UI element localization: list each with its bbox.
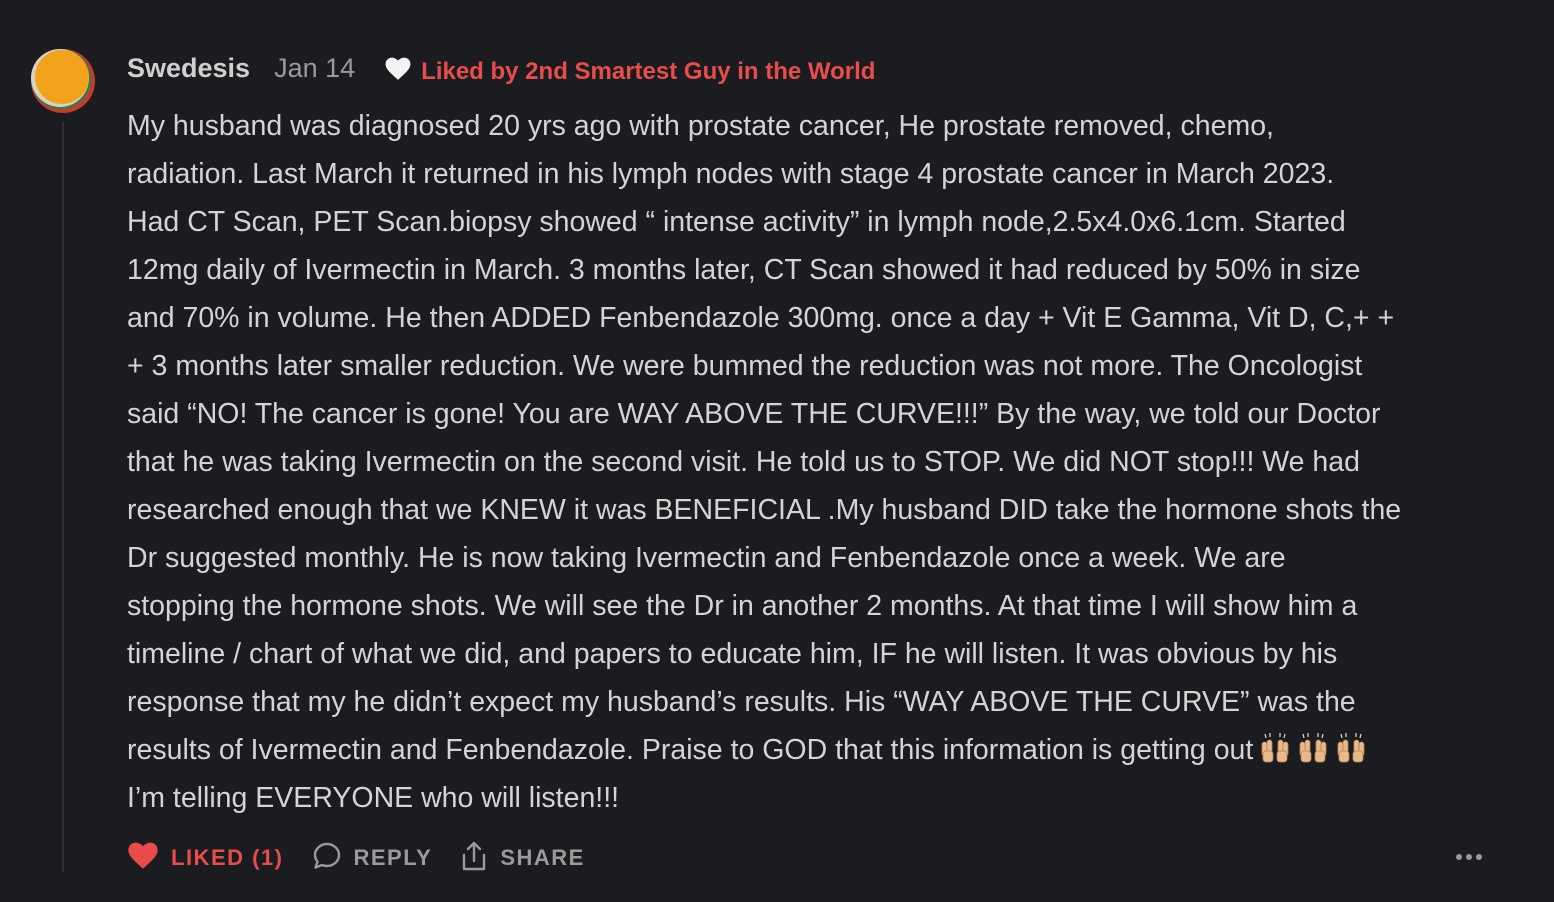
body-line: stopping the hormone shots. We will see … [127, 590, 1358, 622]
body-line-with-emoji: results of Ivermectin and Fenbendazole. … [127, 726, 1507, 774]
body-line: said “NO! The cancer is gone! You are WA… [127, 398, 1381, 430]
share-icon [460, 840, 488, 877]
thread-line [62, 122, 64, 872]
raising-hands-icon [1335, 730, 1367, 763]
reply-label: REPLY [353, 845, 433, 870]
body-line: Dr suggested monthly. He is now taking I… [127, 542, 1286, 574]
body-line: that he was taking Ivermectin on the sec… [127, 446, 1360, 478]
body-line: and 70% in volume. He then ADDED Fenbend… [127, 302, 1395, 334]
like-label: LIKED (1) [171, 845, 284, 870]
body-line: radiation. Last March it returned in his… [127, 158, 1335, 190]
body-line: researched enough that we KNEW it was BE… [127, 494, 1402, 526]
raising-hands-icon [1259, 730, 1291, 763]
body-line: I’m telling EVERYONE who will listen!!! [127, 782, 620, 814]
raising-hands-icon [1297, 730, 1329, 763]
avatar-image [30, 48, 96, 114]
body-line: response that my he didn’t expect my hus… [127, 686, 1356, 718]
ellipsis-icon [1455, 848, 1483, 866]
liked-by-label: Liked by 2nd Smartest Guy in the World [421, 58, 876, 85]
body-line: timeline / chart of what we did, and pap… [127, 638, 1338, 670]
author-name[interactable]: Swedesis [127, 53, 250, 84]
body-line: Had CT Scan, PET Scan.biopsy showed “ in… [127, 206, 1346, 238]
comment-actions: LIKED (1) REPLY SHARE [127, 836, 585, 880]
body-line: + 3 months later smaller reduction. We w… [127, 350, 1363, 382]
heart-icon [385, 57, 411, 81]
comment-header: Swedesis Jan 14 Liked by 2nd Smartest Gu… [127, 48, 875, 88]
more-options-button[interactable] [1452, 842, 1486, 872]
body-line: results of Ivermectin and Fenbendazole. … [127, 734, 1254, 766]
body-line: 12mg daily of Ivermectin in March. 3 mon… [127, 254, 1361, 286]
heart-filled-icon [127, 842, 159, 875]
like-button[interactable]: LIKED (1) [127, 842, 284, 875]
reply-button[interactable]: REPLY [312, 841, 433, 876]
share-label: SHARE [500, 845, 585, 870]
avatar[interactable] [30, 48, 96, 114]
body-line: My husband was diagnosed 20 yrs ago with… [127, 110, 1274, 142]
share-button[interactable]: SHARE [460, 840, 585, 877]
speech-bubble-icon [312, 841, 342, 876]
comment-body: My husband was diagnosed 20 yrs ago with… [127, 102, 1507, 822]
comment: Swedesis Jan 14 Liked by 2nd Smartest Gu… [0, 0, 1554, 902]
comment-date[interactable]: Jan 14 [274, 53, 355, 84]
